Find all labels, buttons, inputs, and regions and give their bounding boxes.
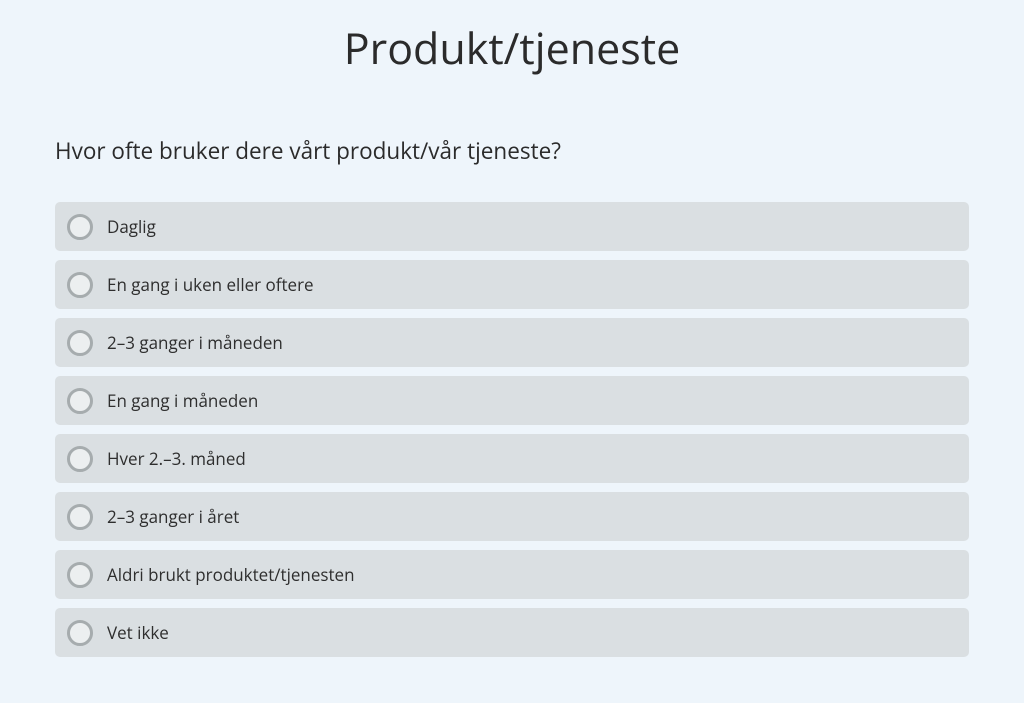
option-label: En gang i måneden — [107, 389, 258, 412]
radio-icon — [67, 504, 93, 530]
radio-icon — [67, 330, 93, 356]
question-text: Hvor ofte bruker dere vårt produkt/vår t… — [55, 135, 969, 166]
option-label: Vet ikke — [107, 621, 169, 644]
option-7[interactable]: Vet ikke — [55, 608, 969, 657]
option-5[interactable]: 2–3 ganger i året — [55, 492, 969, 541]
options-list: Daglig En gang i uken eller oftere 2–3 g… — [55, 202, 969, 657]
option-label: Aldri brukt produktet/tjenesten — [107, 563, 355, 586]
survey-page: Produkt/tjeneste Hvor ofte bruker dere v… — [0, 0, 1024, 697]
option-label: En gang i uken eller oftere — [107, 273, 314, 296]
option-1[interactable]: En gang i uken eller oftere — [55, 260, 969, 309]
radio-icon — [67, 272, 93, 298]
option-label: 2–3 ganger i måneden — [107, 331, 283, 354]
radio-icon — [67, 562, 93, 588]
radio-icon — [67, 620, 93, 646]
option-label: Hver 2.–3. måned — [107, 447, 246, 470]
option-4[interactable]: Hver 2.–3. måned — [55, 434, 969, 483]
page-title: Produkt/tjeneste — [55, 18, 969, 77]
option-3[interactable]: En gang i måneden — [55, 376, 969, 425]
option-label: 2–3 ganger i året — [107, 505, 239, 528]
radio-icon — [67, 214, 93, 240]
option-2[interactable]: 2–3 ganger i måneden — [55, 318, 969, 367]
radio-icon — [67, 446, 93, 472]
option-6[interactable]: Aldri brukt produktet/tjenesten — [55, 550, 969, 599]
option-0[interactable]: Daglig — [55, 202, 969, 251]
option-label: Daglig — [107, 215, 156, 238]
radio-icon — [67, 388, 93, 414]
